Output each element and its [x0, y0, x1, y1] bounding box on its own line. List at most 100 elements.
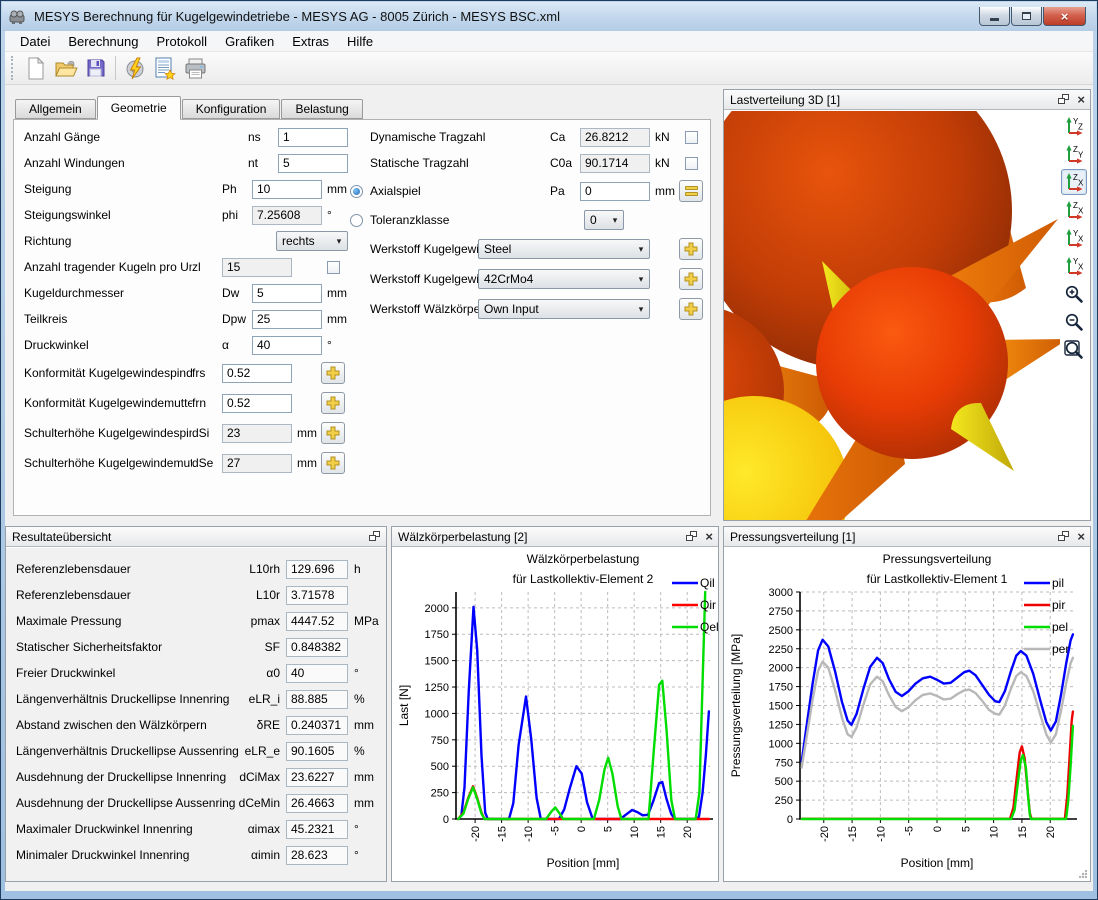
value-input[interactable] — [222, 393, 292, 413]
field-label: Konformität Kugelgewindemutter — [24, 396, 192, 410]
checkbox[interactable] — [684, 156, 698, 170]
open-file-button[interactable] — [51, 54, 81, 83]
svg-text:-15: -15 — [497, 826, 509, 842]
dropdown[interactable]: Steel ▾ — [478, 239, 650, 259]
tab-geometrie[interactable]: Geometrie — [96, 96, 181, 120]
checkbox[interactable] — [326, 260, 340, 274]
add-database-button[interactable] — [321, 392, 345, 414]
value-input[interactable] — [278, 127, 348, 147]
value-input[interactable] — [252, 179, 322, 199]
checkbox[interactable] — [684, 130, 698, 144]
zoom-out-button[interactable] — [1061, 309, 1087, 335]
zoom-in-button[interactable] — [1061, 281, 1087, 307]
float-panel-icon[interactable] — [686, 531, 698, 542]
print-button[interactable] — [180, 54, 210, 83]
svg-text:Wälzkörperbelastung: Wälzkörperbelastung — [527, 552, 640, 566]
add-database-button[interactable] — [679, 268, 703, 290]
value-input[interactable] — [222, 363, 292, 383]
svg-text:Position [mm]: Position [mm] — [547, 856, 620, 870]
value-input[interactable] — [222, 423, 292, 443]
close-panel-icon[interactable]: × — [705, 530, 713, 543]
svg-text:15: 15 — [656, 826, 668, 838]
close-panel-icon[interactable]: × — [1077, 93, 1085, 106]
menu-hilfe[interactable]: Hilfe — [338, 32, 382, 51]
pressure-distribution-chart[interactable]: Pressungsverteilung für Lastkollektiv-Ele… — [724, 547, 1090, 880]
value-input[interactable] — [252, 283, 322, 303]
field-label: Konformität Kugelgewindespindel — [24, 366, 192, 380]
value-input[interactable] — [580, 127, 650, 147]
calculate-button[interactable] — [120, 54, 150, 83]
field-symbol: dSi — [192, 426, 210, 440]
minimize-button[interactable] — [979, 7, 1010, 26]
result-symbol: L10rh — [249, 562, 280, 576]
axial-clearance-options-button[interactable] — [679, 180, 703, 202]
tab-allgemein[interactable]: Allgemein — [15, 99, 96, 119]
save-file-button[interactable] — [81, 54, 111, 83]
svg-text:2500: 2500 — [769, 625, 793, 637]
value-input[interactable] — [278, 153, 348, 173]
axis-zx-icon: ZX — [1066, 173, 1084, 192]
view-yx-button[interactable]: YX — [1061, 225, 1087, 251]
menu-grafiken[interactable]: Grafiken — [216, 32, 283, 51]
svg-text:für Lastkollektiv-Element 1: für Lastkollektiv-Element 1 — [867, 572, 1008, 586]
tab-belastung[interactable]: Belastung — [281, 99, 363, 119]
result-unit: mm — [354, 718, 374, 732]
dropdown[interactable]: 0 ▾ — [584, 210, 624, 230]
maximize-button[interactable] — [1011, 7, 1042, 26]
add-database-button[interactable] — [321, 362, 345, 384]
roller-load-chart[interactable]: Wälzkörperbelastung für Lastkollektiv-Ele… — [392, 547, 718, 880]
radio-selected[interactable] — [350, 184, 370, 198]
report-button[interactable] — [150, 54, 180, 83]
resize-grip[interactable] — [1079, 870, 1087, 878]
axis-yx-icon: YX — [1066, 257, 1084, 276]
result-label: Referenzlebensdauer — [16, 588, 131, 602]
unit-label: mm — [327, 312, 347, 326]
view3d-canvas[interactable]: YZZYZXZXYXYX — [724, 111, 1090, 520]
menu-extras[interactable]: Extras — [283, 32, 338, 51]
widget-slot — [676, 268, 706, 290]
float-panel-icon[interactable] — [369, 531, 381, 542]
view-zy-button[interactable]: ZY — [1061, 141, 1087, 167]
zoom-fit-button[interactable] — [1061, 337, 1087, 363]
view-zx-button[interactable]: ZX — [1061, 169, 1087, 195]
widget-slot — [676, 298, 706, 320]
menu-berechnung[interactable]: Berechnung — [59, 32, 147, 51]
dropdown[interactable]: Own Input ▾ — [478, 299, 650, 319]
menu-protokoll[interactable]: Protokoll — [147, 32, 216, 51]
add-database-button[interactable] — [679, 238, 703, 260]
value-input[interactable] — [580, 181, 650, 201]
radio-unselected[interactable] — [350, 213, 370, 227]
result-value: 88.885 — [286, 689, 348, 709]
value-input[interactable] — [580, 153, 650, 173]
view-yz-button[interactable]: YZ — [1061, 113, 1087, 139]
dropdown[interactable]: 42CrMo4 ▾ — [478, 269, 650, 289]
toolbar-grip[interactable] — [11, 56, 15, 80]
value-input[interactable] — [222, 257, 292, 277]
add-database-button[interactable] — [321, 422, 345, 444]
widget-slot — [318, 422, 348, 444]
view-zx-button[interactable]: ZX — [1061, 197, 1087, 223]
float-panel-icon[interactable] — [1058, 531, 1070, 542]
dropdown[interactable]: rechts ▾ — [276, 231, 348, 251]
value-input[interactable] — [252, 335, 322, 355]
plus-icon — [326, 396, 340, 410]
value-input[interactable] — [252, 205, 322, 225]
tab-konfiguration[interactable]: Konfiguration — [181, 99, 281, 119]
title-bar[interactable]: MESYS Berechnung für Kugelgewindetriebe … — [2, 2, 1096, 31]
new-file-button[interactable] — [21, 54, 51, 83]
value-input[interactable] — [252, 309, 322, 329]
close-panel-icon[interactable]: × — [1077, 530, 1085, 543]
close-button[interactable]: × — [1043, 7, 1086, 26]
float-panel-icon[interactable] — [1058, 94, 1070, 105]
view-yx-button[interactable]: YX — [1061, 253, 1087, 279]
svg-text:Z: Z — [1078, 123, 1083, 132]
radio-button[interactable] — [350, 213, 363, 227]
add-database-button[interactable] — [679, 298, 703, 320]
value-input[interactable] — [222, 453, 292, 473]
menu-datei[interactable]: Datei — [11, 32, 59, 51]
field-symbol: ns — [248, 130, 261, 144]
result-unit: % — [354, 744, 365, 758]
add-database-button[interactable] — [321, 452, 345, 474]
field-label: Anzahl Gänge — [24, 130, 101, 144]
radio-button[interactable] — [350, 184, 363, 198]
